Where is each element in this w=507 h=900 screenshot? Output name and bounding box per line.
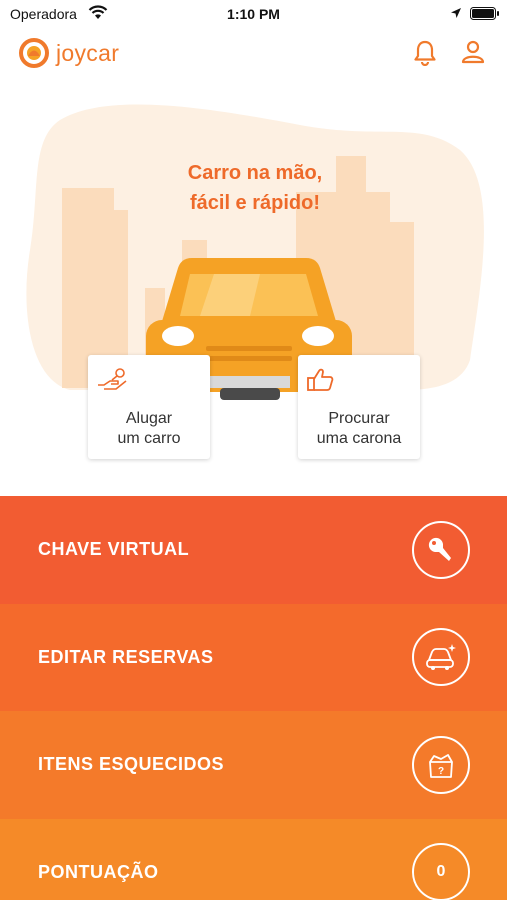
hero-illustration (26, 104, 484, 400)
thumbs-up-icon (306, 367, 336, 398)
rent-car-label: Alugar um carro (88, 409, 210, 449)
menu-label-score: PONTUAÇÃO (38, 861, 159, 882)
clock: 1:10 PM (227, 6, 280, 22)
find-ride-card[interactable]: Procurar uma carona (298, 355, 420, 459)
score-badge: 0 (412, 843, 470, 900)
menu-label-lost-items: ITENS ESQUECIDOS (38, 754, 225, 775)
app-header: joycar (0, 30, 507, 76)
main-menu: CHAVE VIRTUAL EDITAR RESERVAS ITENS ESQU… (0, 496, 507, 900)
menu-item-score[interactable]: PONTUAÇÃO 0 (0, 818, 507, 900)
find-ride-line-1: Procurar (328, 410, 390, 427)
tagline-line-1: Carro na mão, (187, 162, 323, 184)
hero-section: Carro na mão, fácil e rápido! Alugar um … (0, 90, 507, 470)
score-value: 0 (436, 863, 446, 881)
svg-text:?: ? (438, 766, 444, 777)
joycar-logo: joycar (18, 37, 119, 69)
rent-car-line-2: um carro (117, 430, 181, 447)
location-arrow-icon (450, 6, 462, 24)
menu-label-edit-reservations: EDITAR RESERVAS (38, 646, 214, 667)
battery-icon (470, 7, 500, 25)
status-bar: Operadora 1:10 PM (0, 0, 507, 28)
rent-car-card[interactable]: Alugar um carro (88, 355, 210, 459)
menu-item-lost-items[interactable]: ITENS ESQUECIDOS ? (0, 711, 507, 819)
menu-item-edit-reservations[interactable]: EDITAR RESERVAS (0, 603, 507, 711)
notifications-bell-icon[interactable] (414, 40, 436, 71)
car-key-icon (412, 520, 470, 579)
user-profile-icon[interactable] (461, 40, 485, 69)
car-edit-icon (412, 628, 470, 687)
find-ride-line-2: uma carona (316, 430, 402, 447)
menu-label-virtual-key: CHAVE VIRTUAL (38, 539, 190, 560)
find-ride-label: Procurar uma carona (298, 409, 420, 449)
hero-tagline: Carro na mão, fácil e rápido! (150, 158, 360, 218)
menu-item-virtual-key[interactable]: CHAVE VIRTUAL (0, 496, 507, 604)
hand-key-icon (96, 367, 130, 398)
logo-text: joycar (56, 39, 120, 66)
lost-items-box-icon: ? (412, 735, 470, 794)
rent-car-line-1: Alugar (125, 410, 173, 427)
tagline-line-2: fácil e rápido! (189, 192, 321, 214)
joycar-logo-icon (19, 38, 49, 68)
